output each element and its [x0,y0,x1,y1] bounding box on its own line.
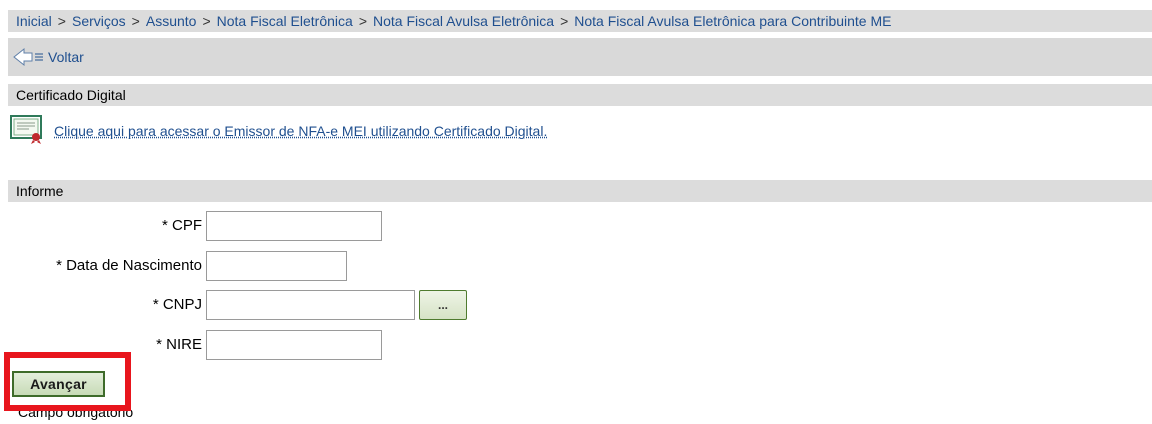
certificate-icon[interactable] [10,114,46,147]
breadcrumb-separator: > [560,13,569,29]
breadcrumb: Inicial > Serviços > Assunto > Nota Fiscal Ele… [8,10,1152,32]
cnpj-lookup-button[interactable]: ... [419,290,467,320]
required-field-note: Campo obrigatório [18,404,134,420]
data-nascimento-label: * Data de Nascimento [56,257,202,274]
avancar-button[interactable]: Avançar [12,371,105,397]
breadcrumb-item-current: Nota Fiscal Avulsa Eletrônica para Contr… [574,13,892,29]
back-link[interactable]: Voltar [48,46,84,68]
back-nav-bar: Voltar [8,38,1152,76]
cert-emissor-link[interactable]: Clique aqui para acessar o Emissor de NF… [54,123,547,139]
nire-label: * NIRE [156,336,202,353]
cpf-input[interactable] [206,211,382,241]
breadcrumb-separator: > [202,13,211,29]
breadcrumb-item-servicos[interactable]: Serviços [72,13,126,29]
data-nascimento-input[interactable] [206,251,347,281]
cnpj-input[interactable] [206,290,415,320]
back-arrow-icon[interactable] [12,47,46,67]
cnpj-label: * CNPJ [152,296,202,313]
breadcrumb-item-inicial[interactable]: Inicial [16,13,52,29]
breadcrumb-item-assunto[interactable]: Assunto [146,13,197,29]
cpf-label: * CPF [161,217,202,234]
breadcrumb-separator: > [131,13,140,29]
cert-section-header: Certificado Digital [8,84,1152,106]
cert-row: Clique aqui para acessar o Emissor de NF… [10,114,547,147]
breadcrumb-item-nfe[interactable]: Nota Fiscal Eletrônica [217,13,353,29]
breadcrumb-separator: > [57,13,66,29]
breadcrumb-separator: > [358,13,367,29]
nire-input[interactable] [206,330,382,360]
informe-section-header: Informe [8,180,1152,202]
breadcrumb-item-nfa[interactable]: Nota Fiscal Avulsa Eletrônica [373,13,554,29]
